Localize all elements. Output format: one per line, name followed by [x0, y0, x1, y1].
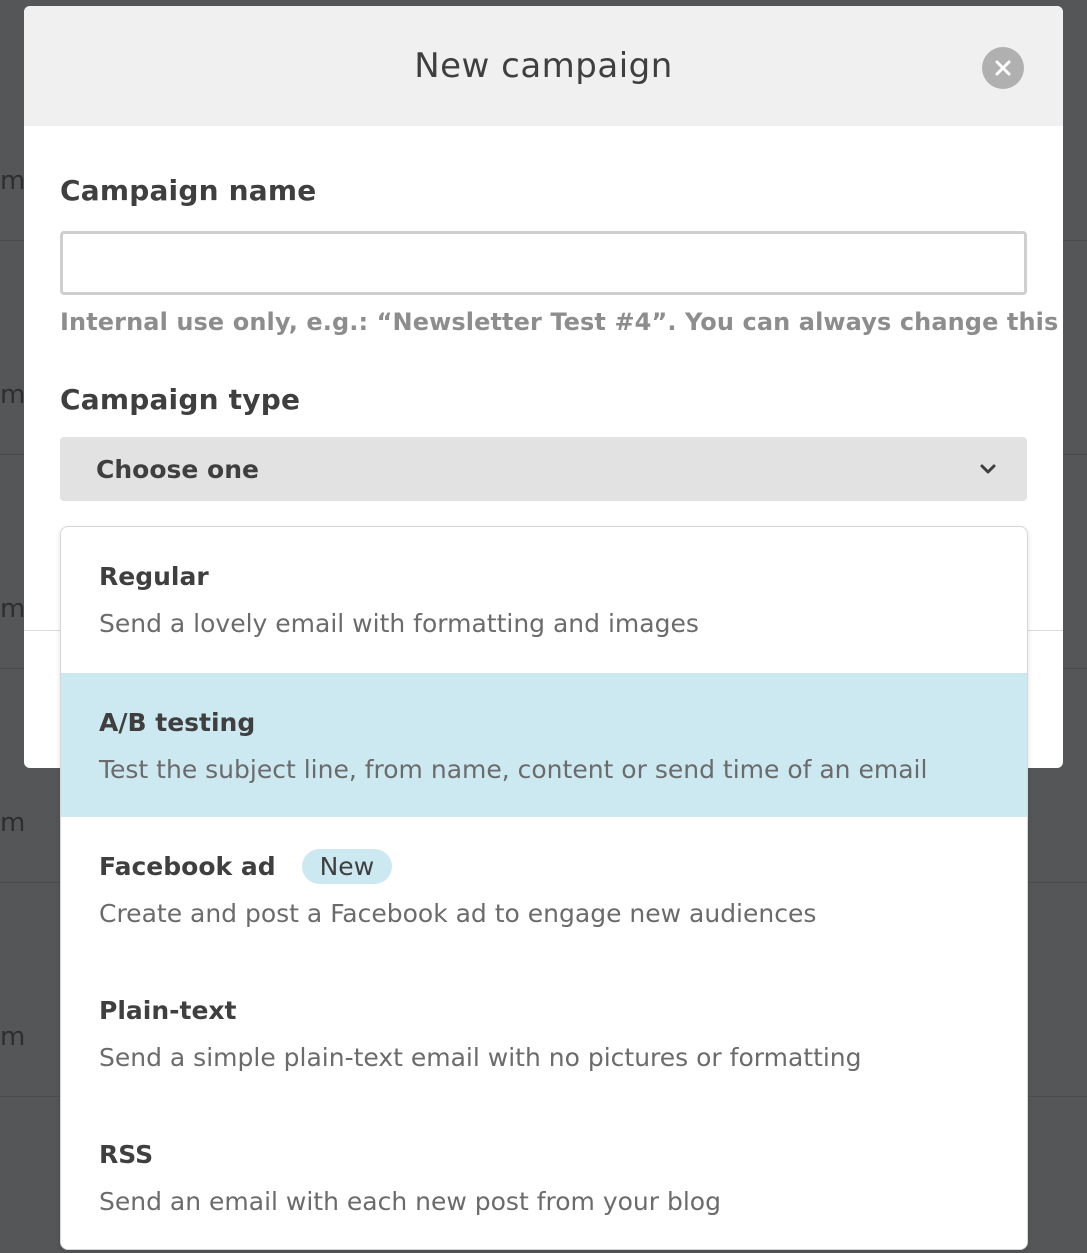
option-plain-text[interactable]: Plain-text Send a simple plain-text emai… — [61, 961, 1027, 1105]
option-facebook-ad[interactable]: Facebook ad New Create and post a Facebo… — [61, 817, 1027, 961]
option-title: RSS — [99, 1139, 154, 1169]
backdrop-row-text: m — [0, 166, 26, 196]
option-title: Facebook ad — [99, 851, 276, 881]
option-description: Create and post a Facebook ad to engage … — [99, 899, 817, 928]
chevron-down-icon — [980, 464, 996, 474]
option-description: Send a simple plain-text email with no p… — [99, 1043, 862, 1072]
close-x-icon — [995, 60, 1011, 76]
campaign-type-selected-value: Choose one — [96, 454, 259, 484]
option-description: Send an email with each new post from yo… — [99, 1187, 721, 1216]
new-badge: New — [301, 848, 393, 884]
option-ab-testing[interactable]: A/B testing Test the subject line, from … — [61, 673, 1027, 817]
backdrop-row-text: m — [0, 594, 26, 624]
option-title: Plain-text — [99, 995, 237, 1025]
modal-title: New campaign — [414, 46, 673, 86]
campaign-name-label: Campaign name — [60, 174, 317, 207]
campaign-type-label: Campaign type — [60, 383, 301, 416]
campaign-type-dropdown: Regular Send a lovely email with formatt… — [60, 526, 1028, 1250]
option-title: Regular — [99, 561, 209, 591]
option-description: Send a lovely email with formatting and … — [99, 609, 699, 638]
campaign-name-input[interactable] — [60, 231, 1027, 295]
campaign-name-hint: Internal use only, e.g.: “Newsletter Tes… — [60, 308, 1063, 336]
close-button[interactable] — [982, 47, 1024, 89]
backdrop-row-text: m — [0, 380, 26, 410]
backdrop-row-text: m — [0, 1022, 26, 1052]
modal-body: Campaign name Internal use only, e.g.: “… — [24, 126, 1063, 501]
backdrop-row-text: m — [0, 808, 26, 838]
modal-header: New campaign — [24, 6, 1063, 126]
option-rss[interactable]: RSS Send an email with each new post fro… — [61, 1105, 1027, 1249]
campaign-type-select[interactable]: Choose one — [60, 437, 1027, 501]
option-title: A/B testing — [99, 707, 256, 737]
option-regular[interactable]: Regular Send a lovely email with formatt… — [61, 527, 1027, 673]
option-description: Test the subject line, from name, conten… — [99, 755, 928, 784]
